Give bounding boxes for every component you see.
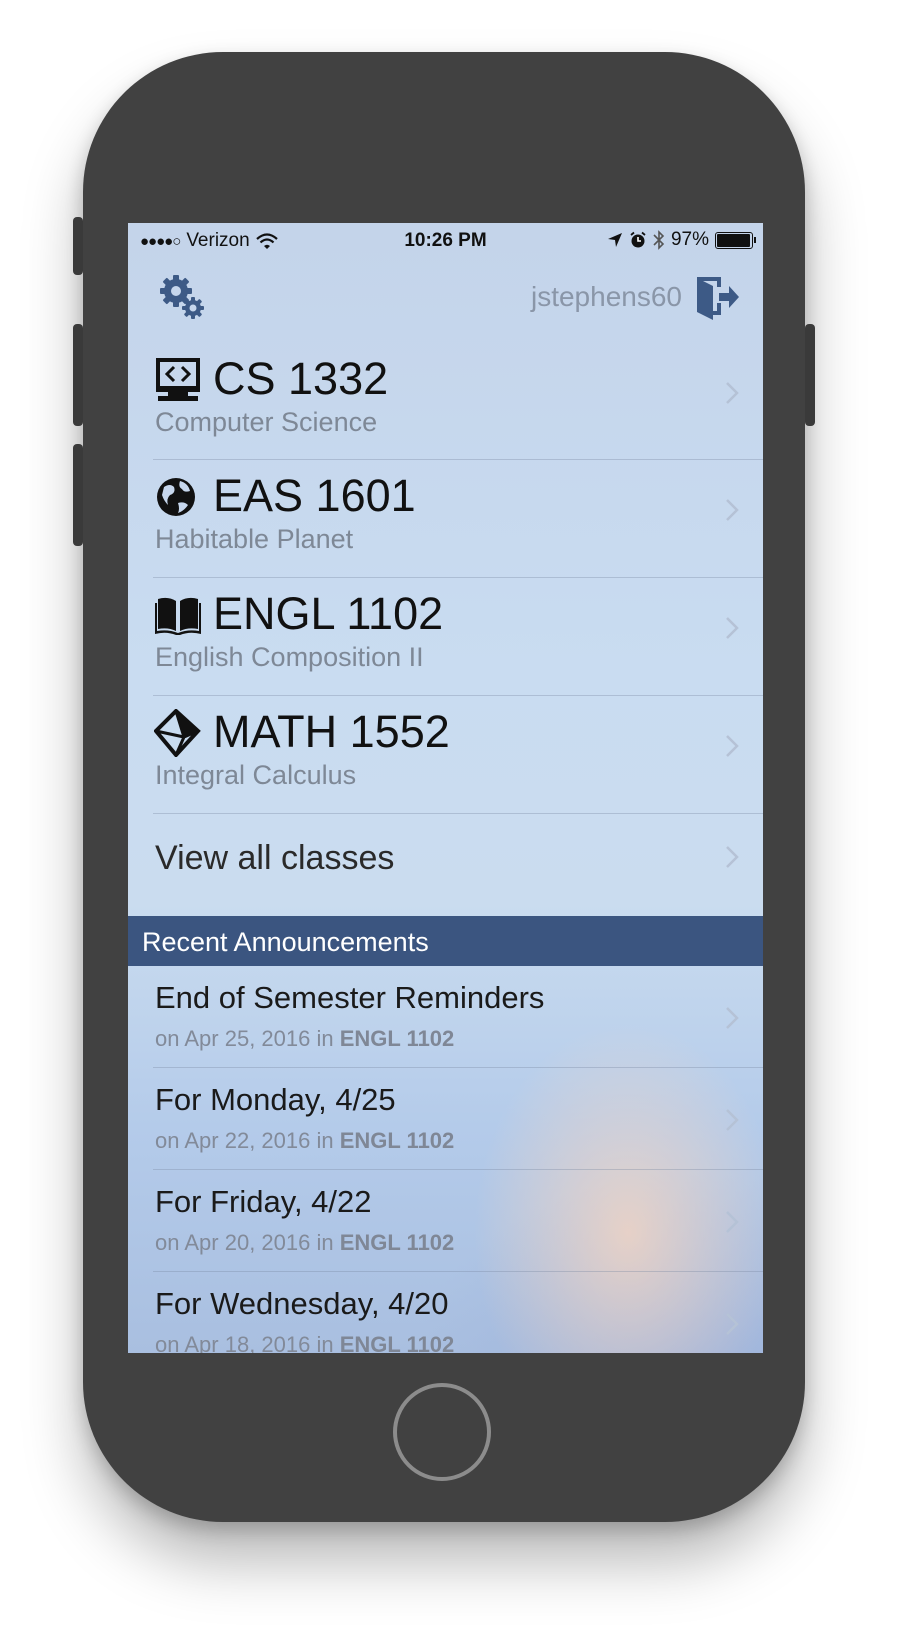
mute-switch: [73, 217, 83, 275]
announcement-title: End of Semester Reminders: [155, 980, 545, 1015]
course-name: Computer Science: [155, 407, 378, 437]
app-screen: ●●●●○ Verizon 10:26 PM 97% jstephens60 C…: [128, 223, 763, 1353]
battery-percent: 97%: [670, 229, 709, 250]
bluetooth-icon: [653, 230, 665, 250]
course-row-eas[interactable]: EAS 1601 Habitable Planet: [128, 460, 763, 578]
course-code: EAS 1601: [213, 470, 416, 521]
chevron-right-icon: [726, 1211, 739, 1233]
announcement-course: ENGL 1102: [339, 1026, 455, 1051]
computer-code-icon: [156, 358, 200, 401]
logout-door-icon[interactable]: [693, 273, 741, 321]
volume-up-button: [73, 324, 83, 426]
course-code: ENGL 1102: [213, 588, 444, 639]
chevron-right-icon: [726, 846, 739, 868]
alarm-icon: [630, 231, 646, 248]
divider: [153, 813, 763, 814]
announcement-row[interactable]: End of Semester Reminders on Apr 25, 201…: [128, 966, 763, 1067]
username-label: jstephens60: [530, 281, 682, 312]
chevron-right-icon: [726, 1007, 739, 1029]
announcement-title: For Friday, 4/22: [155, 1184, 372, 1219]
course-name: Integral Calculus: [155, 760, 357, 790]
course-code: CS 1332: [213, 353, 389, 404]
gears-icon[interactable]: [156, 271, 208, 323]
chevron-right-icon: [726, 1109, 739, 1131]
announcement-row[interactable]: For Monday, 4/25 on Apr 22, 2016 in ENGL…: [128, 1068, 763, 1169]
chevron-right-icon: [726, 1313, 739, 1335]
announcement-meta: on Apr 25, 2016 in ENGL 1102: [155, 1026, 454, 1052]
announcements-section-header: Recent Announcements: [128, 916, 763, 966]
announcement-meta: on Apr 22, 2016 in ENGL 1102: [155, 1128, 454, 1154]
book-icon: [155, 597, 201, 635]
battery-icon: [715, 231, 756, 249]
geometry-solid-icon: [154, 709, 201, 757]
globe-icon: [157, 478, 195, 516]
chevron-right-icon: [726, 735, 739, 757]
course-row-cs[interactable]: CS 1332 Computer Science: [128, 343, 763, 461]
chevron-right-icon: [726, 499, 739, 521]
announcement-date: on Apr 25, 2016 in: [155, 1026, 334, 1051]
announcement-title: For Monday, 4/25: [155, 1082, 396, 1117]
course-name: Habitable Planet: [155, 524, 354, 554]
view-all-classes-row[interactable]: View all classes: [128, 815, 763, 903]
chevron-right-icon: [726, 382, 739, 404]
volume-down-button: [73, 444, 83, 546]
announcement-date: on Apr 20, 2016 in: [155, 1230, 334, 1255]
announcement-row[interactable]: For Friday, 4/22 on Apr 20, 2016 in ENGL…: [128, 1170, 763, 1271]
view-all-classes-label: View all classes: [155, 839, 395, 877]
power-button: [805, 324, 815, 426]
announcement-row[interactable]: For Wednesday, 4/20 on Apr 18, 2016 in E…: [128, 1272, 763, 1353]
course-row-math[interactable]: MATH 1552 Integral Calculus: [128, 696, 763, 814]
course-row-engl[interactable]: ENGL 1102 English Composition II: [128, 578, 763, 696]
course-name: English Composition II: [155, 642, 424, 672]
announcement-title: For Wednesday, 4/20: [155, 1286, 449, 1321]
announcement-meta: on Apr 18, 2016 in ENGL 1102: [155, 1332, 454, 1353]
home-button[interactable]: [393, 1383, 491, 1481]
announcement-course: ENGL 1102: [339, 1230, 455, 1255]
announcement-course: ENGL 1102: [339, 1128, 455, 1153]
status-bar: ●●●●○ Verizon 10:26 PM 97%: [128, 223, 763, 257]
announcement-course: ENGL 1102: [339, 1332, 455, 1353]
course-code: MATH 1552: [213, 706, 450, 757]
announcement-meta: on Apr 20, 2016 in ENGL 1102: [155, 1230, 454, 1256]
top-nav: jstephens60: [128, 263, 763, 333]
chevron-right-icon: [726, 617, 739, 639]
announcement-date: on Apr 18, 2016 in: [155, 1332, 334, 1353]
location-arrow-icon: [607, 233, 622, 247]
section-header-title: Recent Announcements: [142, 927, 429, 957]
announcement-date: on Apr 22, 2016 in: [155, 1128, 334, 1153]
